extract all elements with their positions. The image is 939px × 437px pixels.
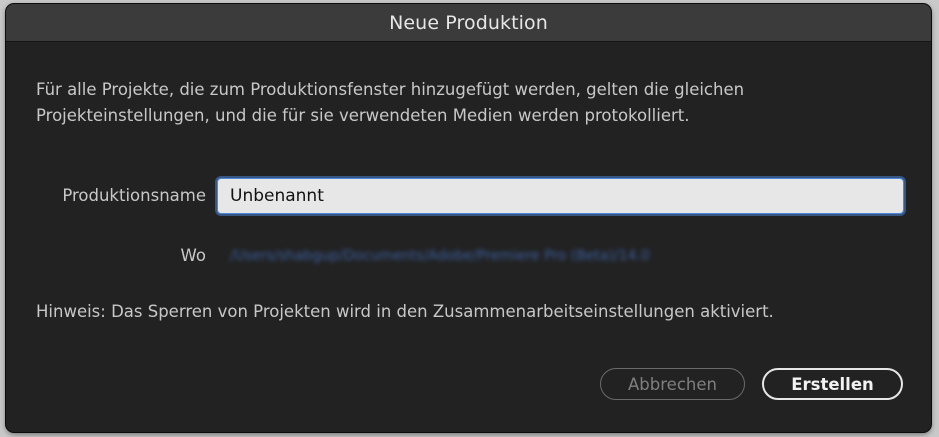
- production-name-label: Produktionsname: [62, 186, 206, 205]
- dialog-description: Für alle Projekte, die zum Produktionsfe…: [36, 80, 745, 125]
- dialog-title: Neue Produktion: [389, 11, 548, 34]
- create-button[interactable]: Erstellen: [762, 368, 903, 400]
- hint-text: Hinweis: Das Sperren von Projekten wird …: [36, 302, 774, 321]
- location-label: Wo: [180, 246, 206, 265]
- cancel-button[interactable]: Abbrechen: [600, 368, 745, 400]
- title-bar: Neue Produktion: [6, 4, 931, 42]
- location-path-link[interactable]: /Users/shabgup/Documents/Adobe/Premiere …: [230, 248, 840, 264]
- new-production-dialog: Neue Produktion Für alle Projekte, die z…: [6, 4, 931, 432]
- production-name-input[interactable]: [217, 178, 904, 214]
